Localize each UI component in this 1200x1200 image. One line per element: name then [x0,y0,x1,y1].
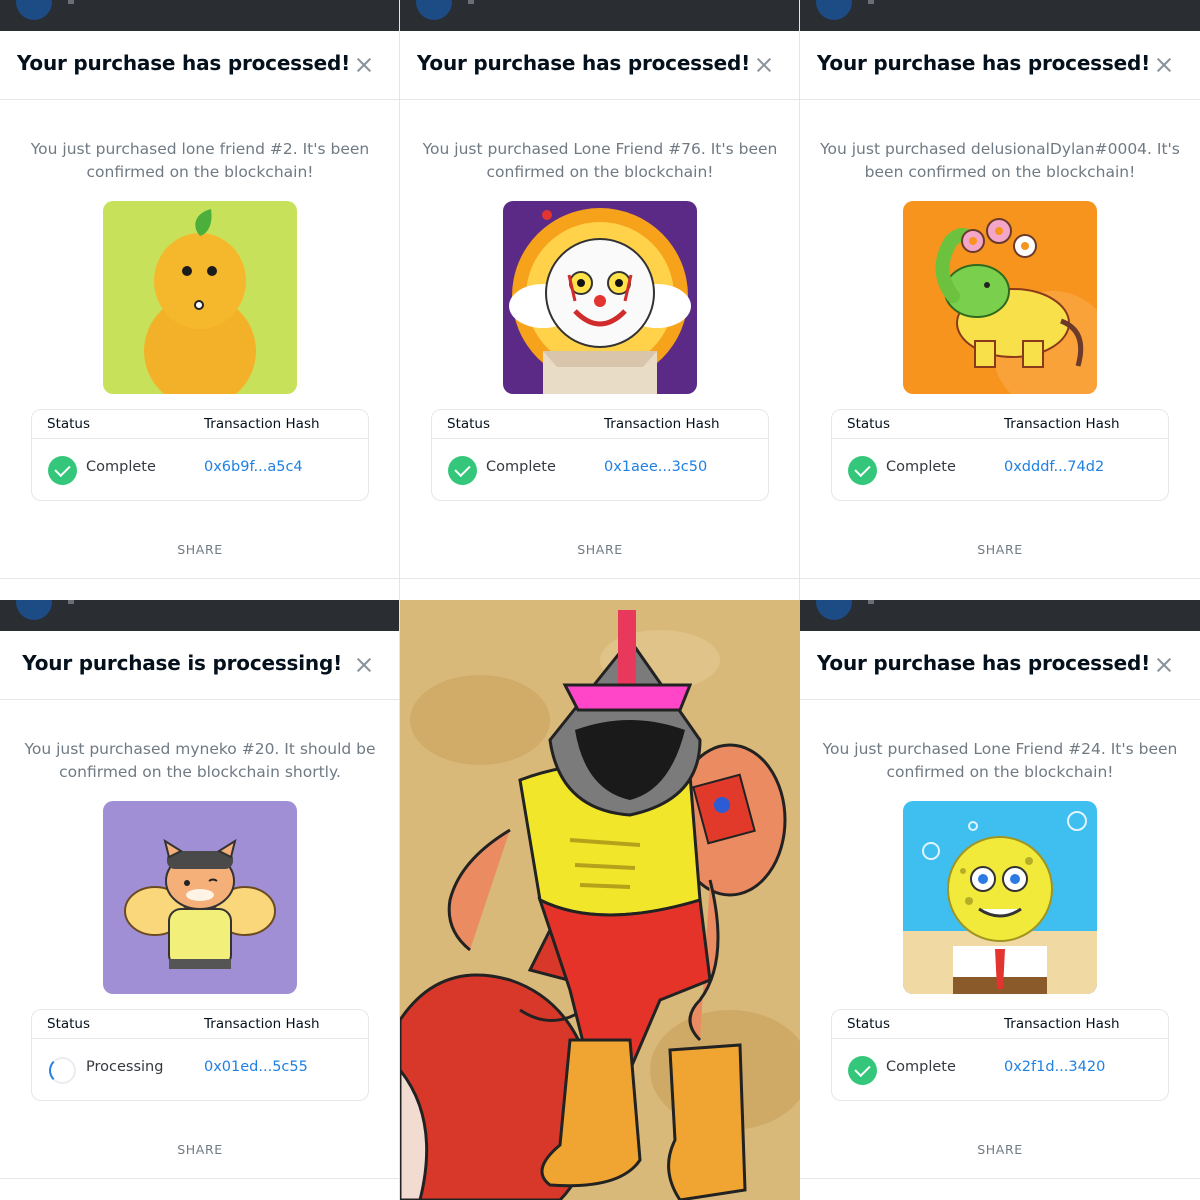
transaction-hash-link[interactable]: 0x6b9f...a5c4 [204,459,303,475]
modal-header: Your purchase has processed! [800,31,1200,100]
featured-artwork [400,600,800,1200]
hash-header: Transaction Hash [1004,1016,1120,1032]
purchase-card-2: Your purchase has processed! You just pu… [400,0,800,600]
modal-header: Your purchase is processing! [0,631,399,700]
status-table: Status Transaction Hash Complete 0xdddf.… [831,409,1169,501]
status-header: Status [47,416,91,432]
status-table: Status Transaction Hash Complete 0x6b9f.… [31,409,369,501]
close-icon[interactable] [1154,55,1174,75]
hamster-cat-wings-art [103,801,297,994]
status-value: Processing [86,1059,164,1075]
check-circle-icon [448,456,477,485]
status-header: Status [47,1016,91,1032]
purchase-message: You just purchased Lone Friend #76. It's… [422,140,778,181]
nft-image [103,201,297,394]
app-logo[interactable] [416,0,452,20]
modal-title: Your purchase has processed! [816,51,1150,75]
transaction-hash-link[interactable]: 0x01ed...5c55 [204,1059,308,1075]
status-row: Complete 0x6b9f...a5c4 [32,439,368,501]
status-row: Processing 0x01ed...5c55 [32,1039,368,1101]
share-button[interactable]: SHARE [400,542,799,557]
check-circle-icon [848,456,877,485]
app-top-bar [400,0,799,31]
modal-header: Your purchase has processed! [0,31,399,100]
share-button[interactable]: SHARE [800,542,1200,557]
transaction-hash-link[interactable]: 0x1aee...3c50 [604,459,707,475]
status-value: Complete [486,459,556,475]
status-table: Status Transaction Hash Processing 0x01e… [31,1009,369,1101]
hash-header: Transaction Hash [604,416,720,432]
nft-image [903,801,1097,994]
status-value: Complete [886,459,956,475]
status-table: Status Transaction Hash Complete 0x1aee.… [431,409,769,501]
yellow-pear-creature-art [103,201,297,394]
spinner-icon [49,1057,76,1084]
status-header: Status [447,416,491,432]
modal-title: Your purchase has processed! [416,51,750,75]
status-row: Complete 0x1aee...3c50 [432,439,768,501]
sponge-character-art [903,801,1097,994]
purchase-card-4: Your purchase is processing! You just pu… [0,600,400,1200]
purchase-modal: Your purchase has processed! You just pu… [0,31,399,600]
close-icon[interactable] [354,655,374,675]
app-logo[interactable] [816,600,852,620]
status-value: Complete [86,459,156,475]
share-button[interactable]: SHARE [0,1142,399,1157]
app-top-bar [0,600,399,631]
knight-wrestler-with-fox-art [400,600,800,1200]
purchase-card-5: Your purchase has processed! You just pu… [800,600,1200,1200]
purchase-modal: Your purchase has processed! You just pu… [800,31,1200,600]
purchase-message: You just purchased delusionalDylan#0004.… [820,140,1180,181]
status-row: Complete 0x2f1d...3420 [832,1039,1168,1101]
nft-image [903,201,1097,394]
app-logo[interactable] [16,600,52,620]
modal-header: Your purchase has processed! [400,31,799,100]
modal-title: Your purchase has processed! [816,651,1150,675]
modal-title: Your purchase has processed! [16,51,350,75]
purchase-message: You just purchased Lone Friend #24. It's… [822,740,1178,781]
status-value: Complete [886,1059,956,1075]
transaction-hash-link[interactable]: 0xdddf...74d2 [1004,459,1104,475]
purchase-card-3: Your purchase has processed! You just pu… [800,0,1200,600]
purchase-modal: Your purchase is processing! You just pu… [0,631,399,1200]
status-row: Complete 0xdddf...74d2 [832,439,1168,501]
check-circle-icon [848,1056,877,1085]
nft-image [103,801,297,994]
app-top-bar [800,600,1200,631]
clown-character-art [503,201,697,394]
status-header: Status [847,1016,891,1032]
purchase-modal: Your purchase has processed! You just pu… [400,31,799,600]
share-button[interactable]: SHARE [0,542,399,557]
purchase-modal: Your purchase has processed! You just pu… [800,631,1200,1200]
close-icon[interactable] [1154,655,1174,675]
hash-header: Transaction Hash [204,416,320,432]
hash-header: Transaction Hash [204,1016,320,1032]
hash-header: Transaction Hash [1004,416,1120,432]
purchase-message: You just purchased lone friend #2. It's … [30,140,370,181]
status-header: Status [847,416,891,432]
app-top-bar [0,0,399,31]
nft-image [503,201,697,394]
modal-title: Your purchase is processing! [22,651,342,675]
check-circle-icon [48,456,77,485]
status-table: Status Transaction Hash Complete 0x2f1d.… [831,1009,1169,1101]
green-elephant-donuts-art [903,201,1097,394]
app-top-bar [800,0,1200,31]
app-logo[interactable] [16,0,52,20]
transaction-hash-link[interactable]: 0x2f1d...3420 [1004,1059,1105,1075]
purchase-message: You just purchased myneko #20. It should… [24,740,376,781]
modal-header: Your purchase has processed! [800,631,1200,700]
close-icon[interactable] [754,55,774,75]
share-button[interactable]: SHARE [800,1142,1200,1157]
purchase-card-1: Your purchase has processed! You just pu… [0,0,400,600]
app-logo[interactable] [816,0,852,20]
close-icon[interactable] [354,55,374,75]
